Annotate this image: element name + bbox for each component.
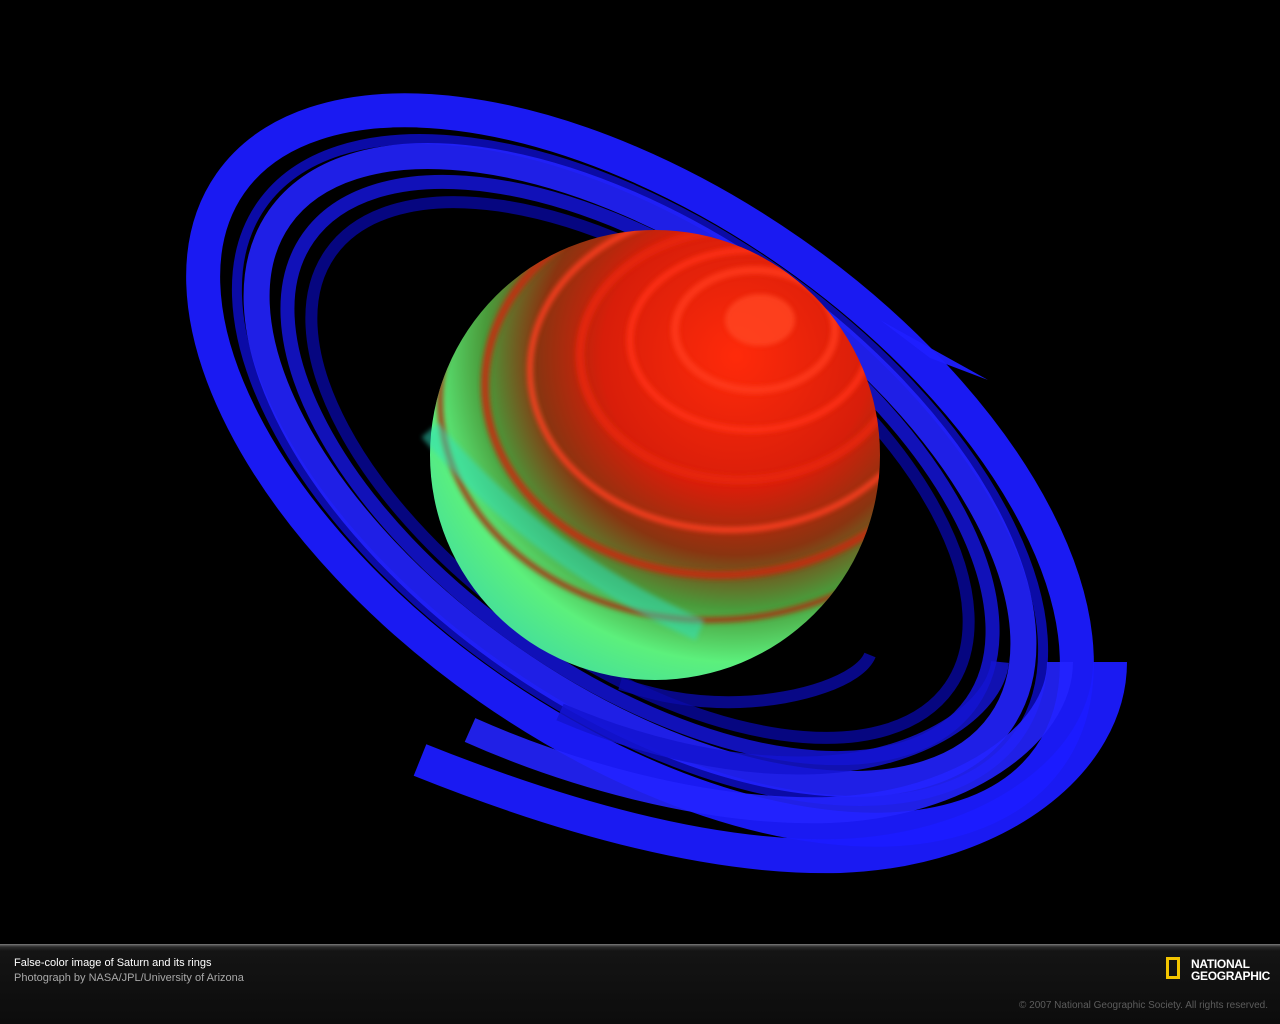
saturn-photo	[0, 0, 1280, 944]
yellow-frame-icon	[1166, 957, 1180, 979]
national-geographic-logo: NATIONAL GEOGRAPHIC	[1166, 955, 1270, 985]
logo-text-line2: GEOGRAPHIC	[1191, 969, 1271, 983]
photo-credit: Photograph by NASA/JPL/University of Ari…	[14, 972, 244, 984]
caption-title: False-color image of Saturn and its ring…	[14, 957, 212, 969]
caption-bar: False-color image of Saturn and its ring…	[0, 944, 1280, 1024]
copyright-notice: © 2007 National Geographic Society. All …	[1019, 1000, 1268, 1011]
wallpaper: False-color image of Saturn and its ring…	[0, 0, 1280, 1024]
